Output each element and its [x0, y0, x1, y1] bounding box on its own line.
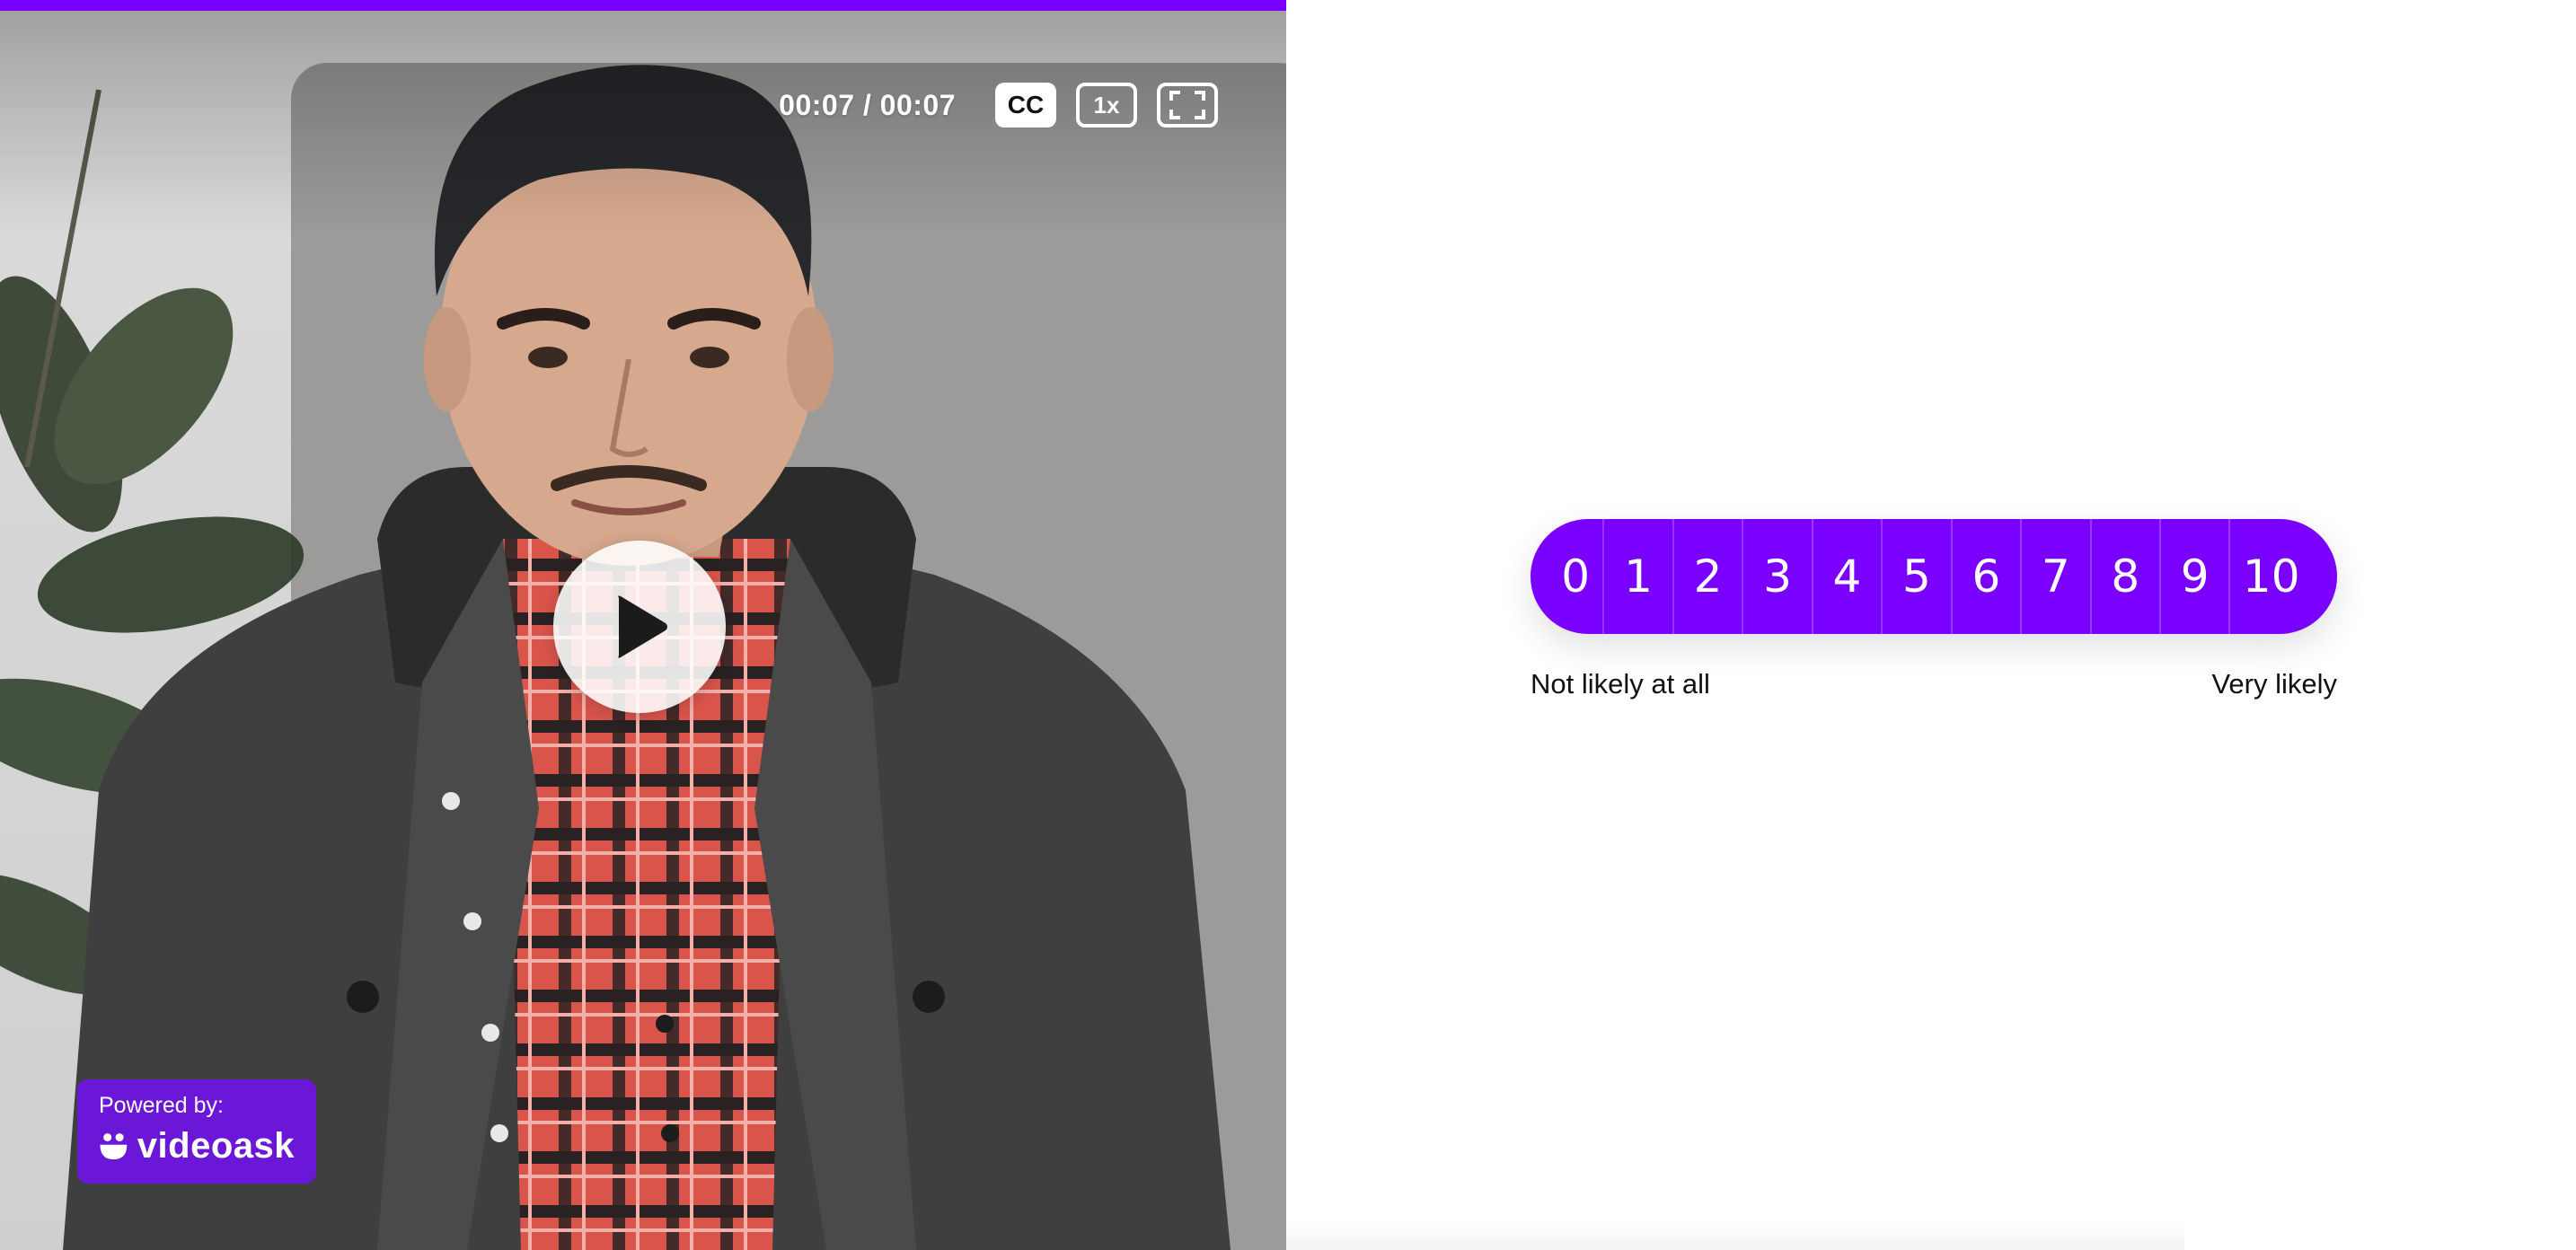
nps-option-2[interactable]: 2: [1672, 519, 1742, 634]
nps-option-10[interactable]: 10: [2228, 519, 2337, 634]
fullscreen-button[interactable]: [1157, 83, 1218, 128]
video-player[interactable]: 00:07 / 00:07 CC 1x Powered by: videoask: [0, 0, 1286, 1250]
nps-option-0[interactable]: 0: [1531, 519, 1602, 634]
powered-by-badge[interactable]: Powered by: videoask: [77, 1079, 316, 1184]
nps-scale-labels: Not likely at all Very likely: [1531, 668, 2337, 700]
nps-option-1[interactable]: 1: [1602, 519, 1672, 634]
videoask-smile-icon: [100, 1132, 128, 1159]
videoask-brand-text: videoask: [137, 1126, 295, 1166]
nps-option-6[interactable]: 6: [1950, 519, 2020, 634]
nps-option-5[interactable]: 5: [1881, 519, 1950, 634]
video-controls: 00:07 / 00:07 CC 1x: [779, 83, 1218, 128]
nps-high-label: Very likely: [2211, 668, 2337, 700]
time-display: 00:07 / 00:07: [779, 88, 956, 121]
playback-speed-button[interactable]: 1x: [1076, 83, 1137, 128]
nps-low-label: Not likely at all: [1531, 668, 1710, 700]
play-button[interactable]: [553, 541, 726, 713]
video-progress-fill: [0, 0, 1286, 11]
captions-button[interactable]: CC: [995, 83, 1056, 128]
nps-option-7[interactable]: 7: [2020, 519, 2089, 634]
nps-option-9[interactable]: 9: [2158, 519, 2228, 634]
fullscreen-icon: [1169, 91, 1205, 119]
nps-option-3[interactable]: 3: [1742, 519, 1811, 634]
videoask-logo: videoask: [99, 1126, 295, 1166]
powered-by-text: Powered by:: [99, 1093, 224, 1118]
app-root: 00:07 / 00:07 CC 1x Powered by: videoask…: [0, 0, 2576, 1250]
nps-scale: 0 1 2 3 4 5 6 7 8 9 10: [1531, 519, 2337, 634]
nps-option-4[interactable]: 4: [1811, 519, 1881, 634]
video-progress-bar[interactable]: [0, 0, 1286, 11]
play-icon: [618, 595, 667, 658]
bottom-shadow: [1286, 1223, 2184, 1250]
nps-option-8[interactable]: 8: [2089, 519, 2159, 634]
nps-panel: 0 1 2 3 4 5 6 7 8 9 10 Not likely at all Very like…: [1286, 0, 2576, 1250]
